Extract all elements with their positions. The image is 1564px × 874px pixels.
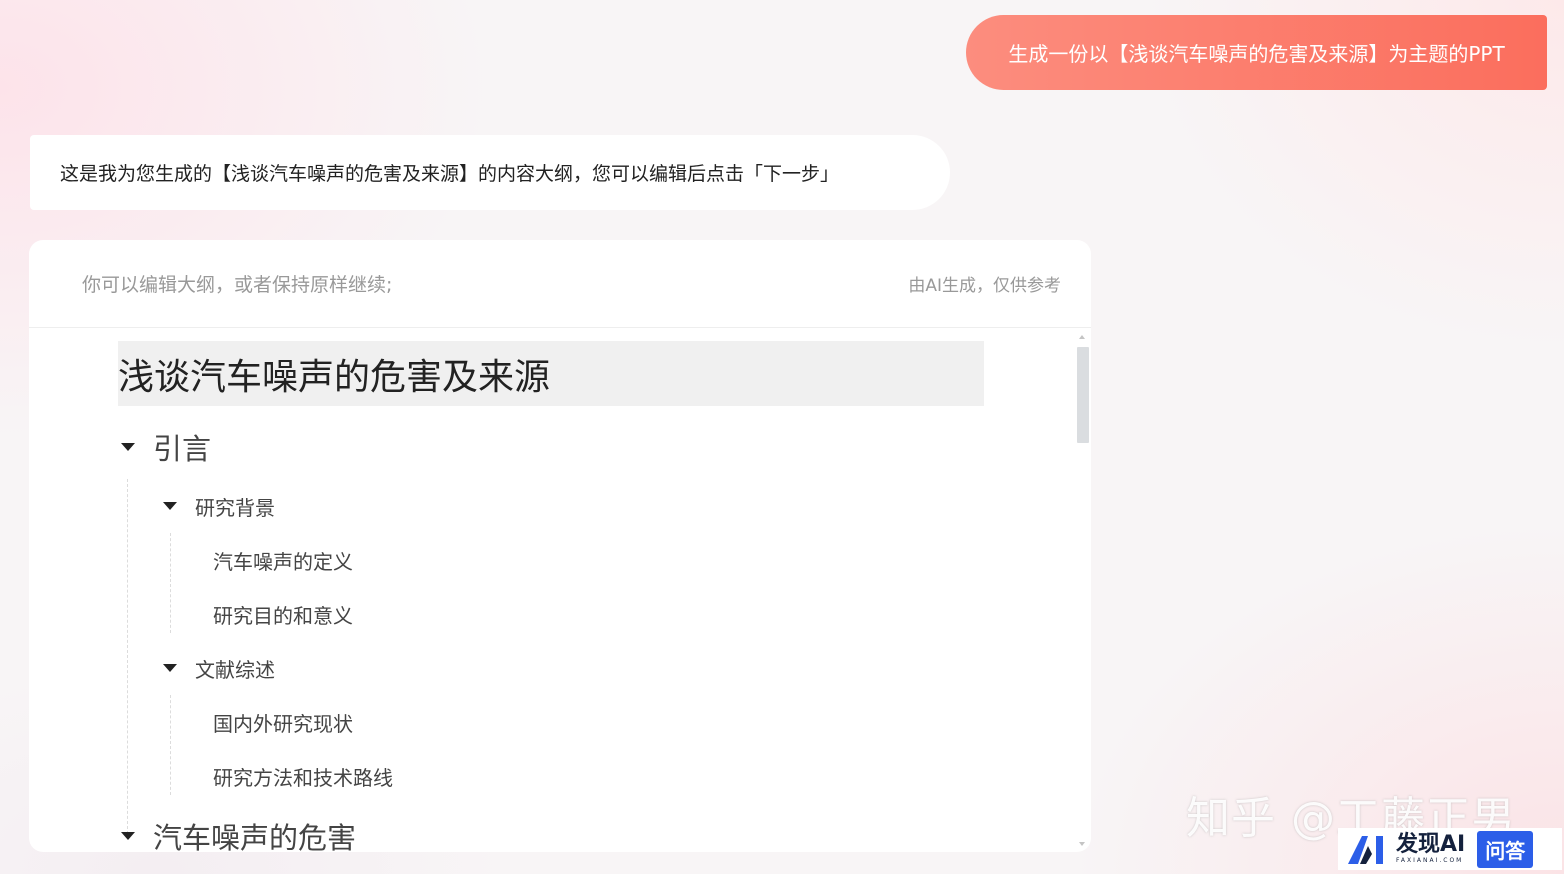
assistant-message-bubble: 这是我为您生成的【浅谈汽车噪声的危害及来源】的内容大纲，您可以编辑后点击「下一步…: [30, 135, 950, 210]
section-label[interactable]: 汽车噪声的危害: [153, 815, 356, 852]
user-message-bubble: 生成一份以【浅谈汽车噪声的危害及来源】为主题的PPT: [966, 15, 1547, 90]
indent-guide: [127, 479, 128, 834]
outline-item[interactable]: 汽车噪声的定义: [213, 545, 353, 575]
outline-subsection[interactable]: 文献综述: [163, 653, 275, 683]
scrollbar[interactable]: [1076, 333, 1090, 848]
outline-section[interactable]: 汽车噪声的危害: [121, 816, 356, 852]
outline-editor[interactable]: 浅谈汽车噪声的危害及来源 引言 研究背景 汽车噪声的定义 研究目的和意义 文献综…: [29, 329, 1091, 852]
brand-name: 发现AI: [1396, 832, 1466, 857]
brand-domain: FAXIANAI.COM: [1396, 857, 1464, 864]
outline-item[interactable]: 国内外研究现状: [213, 707, 353, 737]
outline-card-header: 你可以编辑大纲，或者保持原样继续; 由AI生成，仅供参考: [29, 240, 1091, 328]
outline-card: 你可以编辑大纲，或者保持原样继续; 由AI生成，仅供参考 浅谈汽车噪声的危害及来…: [29, 240, 1091, 852]
outline-subsection[interactable]: 研究背景: [163, 491, 275, 521]
item-label[interactable]: 研究方法和技术路线: [213, 762, 393, 791]
caret-down-icon[interactable]: [163, 664, 177, 672]
outline-section[interactable]: 引言: [121, 427, 211, 467]
item-label[interactable]: 汽车噪声的定义: [213, 546, 353, 575]
scroll-down-icon[interactable]: [1079, 842, 1085, 846]
assistant-message-text: 这是我为您生成的【浅谈汽车噪声的危害及来源】的内容大纲，您可以编辑后点击「下一步…: [60, 163, 840, 185]
scroll-up-icon[interactable]: [1079, 335, 1085, 339]
outline-title[interactable]: 浅谈汽车噪声的危害及来源: [118, 341, 984, 406]
scrollbar-thumb[interactable]: [1077, 347, 1089, 443]
user-message-text: 生成一份以【浅谈汽车噪声的危害及来源】为主题的PPT: [1008, 42, 1505, 66]
caret-down-icon[interactable]: [163, 502, 177, 510]
outline-item[interactable]: 研究方法和技术路线: [213, 761, 393, 791]
subsection-label[interactable]: 文献综述: [195, 654, 275, 683]
brand-logo-icon: [1346, 832, 1390, 866]
indent-guide: [170, 533, 171, 633]
brand-badge: 发现AI FAXIANAI.COM 问答: [1338, 828, 1562, 870]
brand-tag: 问答: [1477, 830, 1534, 868]
subsection-label[interactable]: 研究背景: [195, 492, 275, 521]
edit-hint: 你可以编辑大纲，或者保持原样继续;: [82, 274, 393, 296]
caret-down-icon[interactable]: [121, 832, 135, 840]
outline-item[interactable]: 研究目的和意义: [213, 599, 353, 629]
caret-down-icon[interactable]: [121, 443, 135, 451]
item-label[interactable]: 国内外研究现状: [213, 708, 353, 737]
ai-disclaimer: 由AI生成，仅供参考: [908, 276, 1061, 296]
indent-guide: [170, 695, 171, 795]
item-label[interactable]: 研究目的和意义: [213, 600, 353, 629]
section-label[interactable]: 引言: [153, 426, 211, 468]
